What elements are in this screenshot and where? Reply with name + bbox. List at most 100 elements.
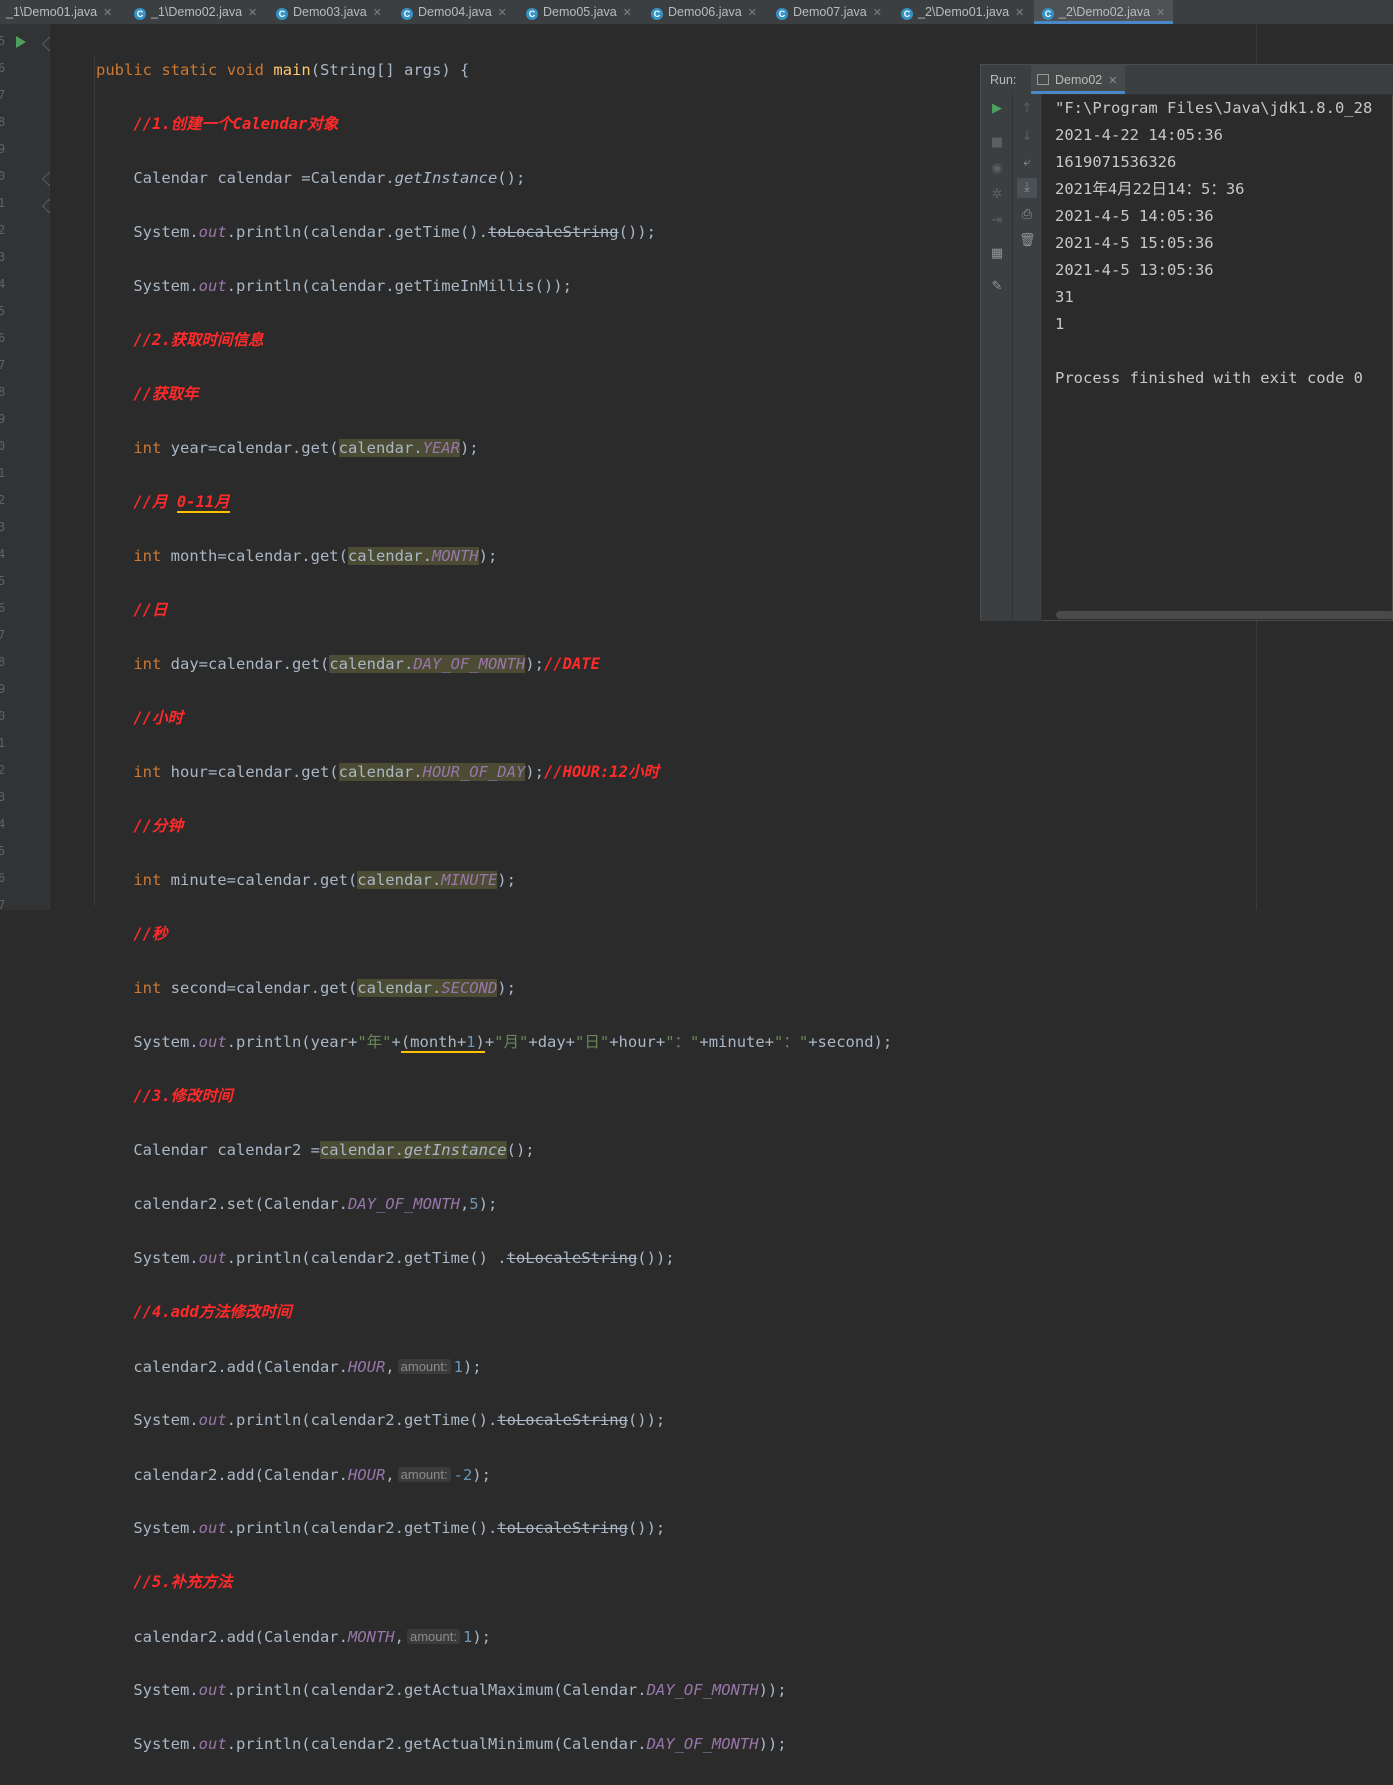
camera-icon[interactable]: ◉ [989,162,1005,176]
java-class-icon: C [1042,8,1054,20]
line-number: 4 [0,547,6,561]
java-class-icon: C [901,8,913,20]
tab-label: _2\Demo01.java [918,5,1010,19]
close-icon[interactable]: ✕ [873,7,882,19]
code-line: //2.获取时间信息 [133,331,264,349]
close-icon[interactable]: ✕ [373,7,382,19]
down-arrow-icon[interactable]: ↓ [1019,130,1035,144]
code-line: calendar2.add(Calendar.HOUR, amount: -2); [133,1466,491,1484]
close-icon[interactable]: ✕ [623,7,632,19]
code-line: //获取年 [133,385,199,403]
close-icon[interactable]: ✕ [1015,7,1024,19]
line-number: 2 [0,223,6,237]
soft-wrap-icon[interactable]: ⤶ [1019,156,1035,170]
tab-demo03[interactable]: C Demo03.java ✕ [276,0,382,24]
code-line: //4.add方法修改时间 [133,1303,292,1321]
code-line: Calendar calendar =Calendar.getInstance(… [133,169,526,187]
close-icon[interactable]: ✕ [248,7,257,19]
tab-demo02-2[interactable]: C _2\Demo02.java ✕ [1034,0,1174,24]
close-icon[interactable]: ✕ [1108,75,1117,87]
code-line: System.out.println(calendar2.getActualMi… [133,1735,787,1753]
run-label: Run: [990,73,1017,87]
tab-label: _1\Demo02.java [151,5,243,19]
code-line: //秒 [133,925,168,943]
close-icon[interactable]: ✕ [748,7,757,19]
line-number: 8 [0,385,6,399]
code-text[interactable]: public static void main(String[] args) {… [96,30,892,1785]
tab-label: _2\Demo02.java [1059,5,1151,19]
code-line: System.out.println(calendar2.getTime() .… [133,1249,675,1267]
line-number: 5 [0,574,6,588]
java-class-icon: C [276,8,288,20]
close-icon[interactable]: ✕ [1156,7,1165,19]
tab-demo02-1[interactable]: C _1\Demo02.java ✕ [134,0,257,24]
code-line: calendar2.add(Calendar.HOUR, amount: 1); [133,1358,482,1376]
login-icon[interactable]: ⇥ [989,214,1005,228]
code-line: System.out.println(calendar2.getTime().t… [133,1411,666,1429]
tab-demo06[interactable]: C Demo06.java ✕ [651,0,757,24]
trash-icon[interactable]: 🗑 [1019,234,1036,248]
code-line: //5.补充方法 [133,1573,233,1591]
java-class-icon: C [526,8,538,20]
java-class-icon: C [651,8,663,20]
code-line: System.out.println(calendar.getTime().to… [133,223,656,241]
close-icon[interactable]: ✕ [498,7,507,19]
code-line: //1.创建一个Calendar对象 [133,115,339,133]
console-line: Process finished with exit code 0 [1055,369,1363,387]
tab-label: Demo03.java [293,5,367,19]
line-number: 4 [0,277,6,291]
tab-demo07[interactable]: C Demo07.java ✕ [776,0,882,24]
line-number: 0 [0,439,6,453]
line-number: 8 [0,655,6,669]
code-line: Calendar calendar2 =calendar.getInstance… [133,1141,535,1159]
console-output[interactable]: "F:\Program Files\Java\jdk1.8.0_28 2021-4… [1055,95,1372,392]
line-number: 1 [0,466,6,480]
java-class-icon: C [776,8,788,20]
console-icon [1037,74,1049,85]
tab-label: Demo05.java [543,5,617,19]
run-toolbar-left: ▶ ■ ◉ ✲ ⇥ ▦ ✎ [981,94,1013,621]
scroll-to-end-icon[interactable]: ⤓ [1017,178,1037,198]
line-number: 9 [0,412,6,426]
console-line: 2021年4月22日14：5：36 [1055,180,1245,198]
close-icon[interactable]: ✕ [103,7,112,19]
tab-label: _1\Demo01.java [6,5,98,19]
code-line: System.out.println(year+"年"+(month+1)+"月… [133,1033,893,1053]
tab-demo01-1[interactable]: _1\Demo01.java ✕ [6,0,112,24]
up-arrow-icon[interactable]: ↑ [1019,102,1035,116]
code-line: calendar2.set(Calendar.DAY_OF_MONTH,5); [133,1195,498,1213]
parameter-hint: amount: [406,1629,460,1644]
run-tab-demo02[interactable]: Demo02 ✕ [1031,65,1126,94]
line-number: 9 [0,142,6,156]
code-line: //月 0-11月 [133,493,230,513]
line-number: 6 [0,331,6,345]
line-number: 7 [0,628,6,642]
debug-icon[interactable]: ✲ [989,188,1005,202]
tab-label: Demo04.java [418,5,492,19]
tab-demo01-2[interactable]: C _2\Demo01.java ✕ [901,0,1024,24]
editor-tab-bar: _1\Demo01.java ✕ C _1\Demo02.java ✕ C Demo03… [0,0,1393,25]
code-line: public static void main(String[] args) { [96,61,470,79]
tab-demo04[interactable]: C Demo04.java ✕ [401,0,507,24]
console-line: 2021-4-5 14:05:36 [1055,207,1214,225]
line-number: 0 [0,169,6,183]
console-line: 2021-4-5 13:05:36 [1055,261,1214,279]
console-line: 1 [1055,315,1065,333]
console-line: 31 [1055,288,1074,306]
tab-demo05[interactable]: C Demo05.java ✕ [526,0,632,24]
horizontal-scrollbar[interactable] [1056,611,1393,619]
run-main-icon[interactable] [16,36,26,48]
line-number: 2 [0,493,6,507]
run-toolbar-right: ↑ ↓ ⤶ ⤓ ⎙ 🗑 [1013,94,1042,621]
console-line: 2021-4-22 14:05:36 [1055,126,1223,144]
pin-icon[interactable]: ✎ [989,280,1005,294]
line-number: 5 [0,844,6,858]
parameter-hint: amount: [397,1359,451,1374]
line-number: 0 [0,709,6,723]
print-icon[interactable]: ⎙ [1019,208,1035,222]
line-number: 6 [0,61,6,75]
stop-icon[interactable]: ■ [989,136,1005,150]
rerun-icon[interactable]: ▶ [989,102,1005,116]
layout-icon[interactable]: ▦ [989,247,1005,261]
